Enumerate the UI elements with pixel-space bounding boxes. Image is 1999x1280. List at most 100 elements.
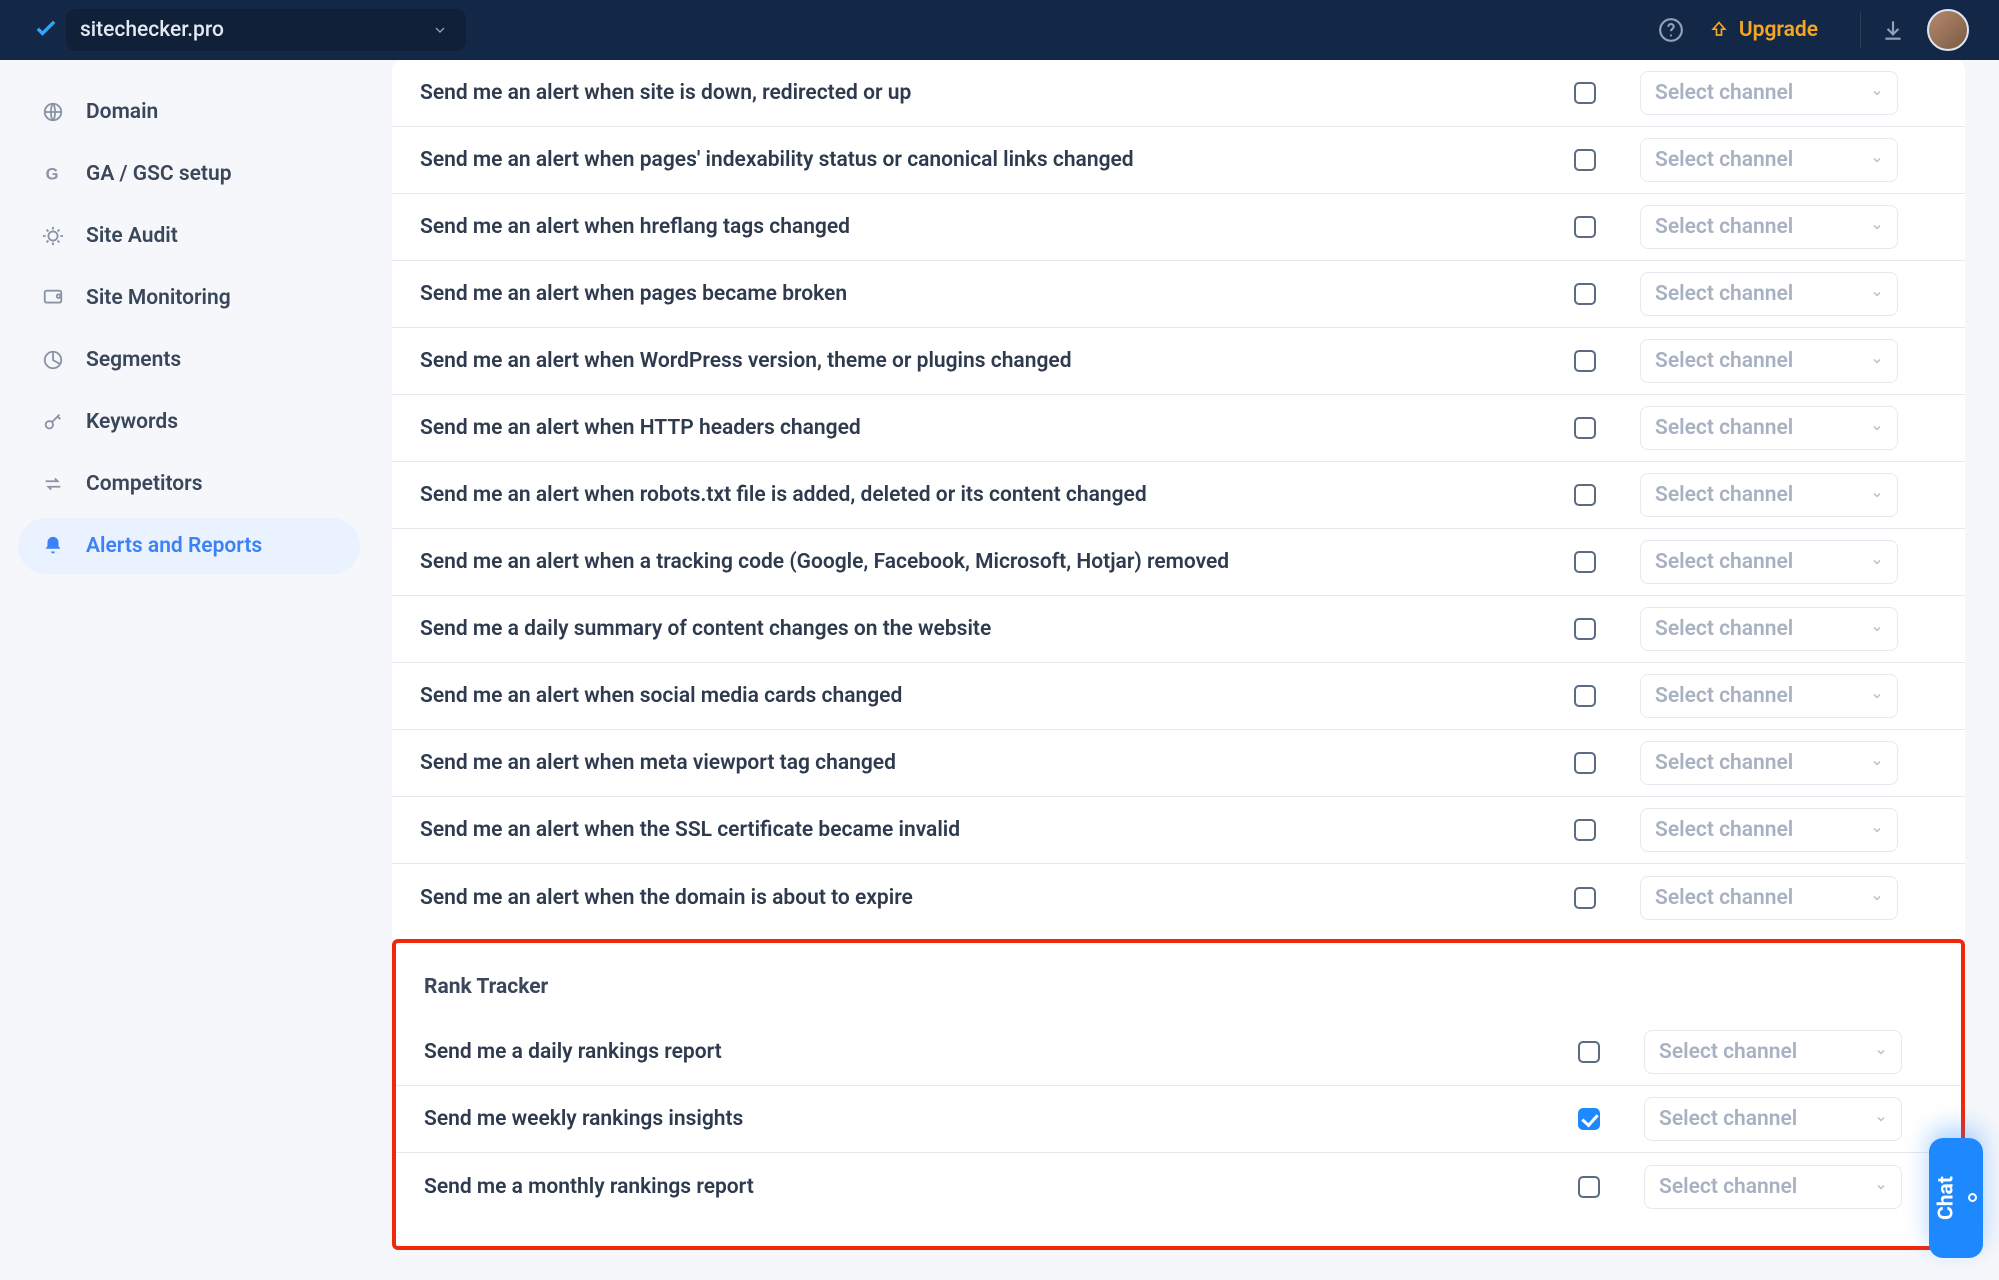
- channel-select[interactable]: Select channel: [1640, 607, 1898, 651]
- select-placeholder: Select channel: [1655, 349, 1793, 373]
- alert-label: Send me weekly rankings insights: [424, 1107, 1534, 1131]
- alert-checkbox[interactable]: [1578, 1108, 1600, 1130]
- help-icon[interactable]: [1657, 16, 1685, 44]
- select-placeholder: Select channel: [1655, 416, 1793, 440]
- avatar[interactable]: [1927, 9, 1969, 51]
- alert-label: Send me an alert when social media cards…: [420, 684, 1530, 708]
- sidebar-item-label: Site Monitoring: [86, 286, 231, 310]
- chevron-down-icon: [1875, 1181, 1887, 1193]
- alert-row: Send me an alert when the SSL certificat…: [392, 797, 1965, 864]
- download-icon[interactable]: [1879, 16, 1907, 44]
- channel-select[interactable]: Select channel: [1644, 1030, 1902, 1074]
- select-placeholder: Select channel: [1659, 1107, 1797, 1131]
- alert-checkbox[interactable]: [1574, 819, 1596, 841]
- alert-row: Send me an alert when robots.txt file is…: [392, 462, 1965, 529]
- alert-row: Send me an alert when hreflang tags chan…: [392, 194, 1965, 261]
- alert-checkbox[interactable]: [1574, 216, 1596, 238]
- alert-label: Send me an alert when a tracking code (G…: [420, 550, 1530, 574]
- project-selector[interactable]: sitechecker.pro: [66, 9, 466, 51]
- channel-select[interactable]: Select channel: [1640, 205, 1898, 249]
- alert-row: Send me an alert when HTTP headers chang…: [392, 395, 1965, 462]
- sidebar-item-ga-gsc-setup[interactable]: G GA / GSC setup: [18, 146, 360, 202]
- channel-select[interactable]: Select channel: [1640, 339, 1898, 383]
- select-placeholder: Select channel: [1659, 1175, 1797, 1199]
- channel-select[interactable]: Select channel: [1640, 540, 1898, 584]
- alert-checkbox[interactable]: [1574, 551, 1596, 573]
- topbar: sitechecker.pro Upgrade: [0, 0, 1999, 60]
- alert-checkbox[interactable]: [1574, 417, 1596, 439]
- alert-row: Send me an alert when meta viewport tag …: [392, 730, 1965, 797]
- alert-row: Send me an alert when a tracking code (G…: [392, 529, 1965, 596]
- channel-select[interactable]: Select channel: [1640, 71, 1898, 115]
- sidebar-item-site-audit[interactable]: Site Audit: [18, 208, 360, 264]
- sidebar-item-alerts-and-reports[interactable]: Alerts and Reports: [18, 518, 360, 574]
- select-placeholder: Select channel: [1655, 751, 1793, 775]
- chat-tab[interactable]: Chat: [1929, 1138, 1983, 1258]
- alert-label: Send me a monthly rankings report: [424, 1175, 1534, 1199]
- alert-checkbox[interactable]: [1574, 484, 1596, 506]
- alert-label: Send me an alert when the domain is abou…: [420, 886, 1530, 910]
- pie-icon: [40, 347, 66, 373]
- alert-checkbox[interactable]: [1574, 82, 1596, 104]
- alert-checkbox[interactable]: [1574, 887, 1596, 909]
- select-placeholder: Select channel: [1655, 282, 1793, 306]
- upgrade-label: Upgrade: [1739, 18, 1818, 42]
- select-placeholder: Select channel: [1655, 81, 1793, 105]
- channel-select[interactable]: Select channel: [1644, 1097, 1902, 1141]
- channel-select[interactable]: Select channel: [1640, 272, 1898, 316]
- alert-checkbox[interactable]: [1574, 283, 1596, 305]
- chevron-down-icon: [1871, 623, 1883, 635]
- upgrade-button[interactable]: Upgrade: [1685, 18, 1842, 42]
- alert-label: Send me a daily summary of content chang…: [420, 617, 1530, 641]
- alert-row: Send me an alert when pages became broke…: [392, 261, 1965, 328]
- alert-checkbox[interactable]: [1574, 149, 1596, 171]
- select-placeholder: Select channel: [1655, 550, 1793, 574]
- chevron-down-icon: [1871, 87, 1883, 99]
- chevron-down-icon: [1871, 489, 1883, 501]
- alert-label: Send me an alert when the SSL certificat…: [420, 818, 1530, 842]
- monitor-icon: [40, 285, 66, 311]
- chevron-down-icon: [1871, 556, 1883, 568]
- sidebar-item-keywords[interactable]: Keywords: [18, 394, 360, 450]
- channel-select[interactable]: Select channel: [1640, 741, 1898, 785]
- sidebar-item-label: Competitors: [86, 472, 203, 496]
- alert-row: Send me a daily summary of content chang…: [392, 596, 1965, 663]
- sidebar-item-label: GA / GSC setup: [86, 162, 232, 186]
- channel-select[interactable]: Select channel: [1644, 1165, 1902, 1209]
- channel-select[interactable]: Select channel: [1640, 473, 1898, 517]
- upgrade-icon: [1709, 20, 1729, 40]
- alert-checkbox[interactable]: [1574, 752, 1596, 774]
- chevron-down-icon: [1871, 757, 1883, 769]
- channel-select[interactable]: Select channel: [1640, 808, 1898, 852]
- alert-label: Send me an alert when site is down, redi…: [420, 81, 1530, 105]
- channel-select[interactable]: Select channel: [1640, 406, 1898, 450]
- key-icon: [40, 409, 66, 435]
- select-placeholder: Select channel: [1655, 215, 1793, 239]
- channel-select[interactable]: Select channel: [1640, 674, 1898, 718]
- sidebar-item-domain[interactable]: Domain: [18, 84, 360, 140]
- sidebar-item-site-monitoring[interactable]: Site Monitoring: [18, 270, 360, 326]
- project-name: sitechecker.pro: [80, 18, 224, 42]
- alert-checkbox[interactable]: [1578, 1176, 1600, 1198]
- alert-checkbox[interactable]: [1578, 1041, 1600, 1063]
- sidebar-item-segments[interactable]: Segments: [18, 332, 360, 388]
- alert-row: Send me an alert when WordPress version,…: [392, 328, 1965, 395]
- alert-checkbox[interactable]: [1574, 618, 1596, 640]
- globe-icon: [40, 99, 66, 125]
- alert-label: Send me an alert when pages' indexabilit…: [420, 148, 1530, 172]
- status-dot-icon: [1969, 1194, 1978, 1203]
- sidebar-item-label: Alerts and Reports: [86, 534, 262, 558]
- bug-icon: [40, 223, 66, 249]
- alert-checkbox[interactable]: [1574, 350, 1596, 372]
- select-placeholder: Select channel: [1659, 1040, 1797, 1064]
- alert-checkbox[interactable]: [1574, 685, 1596, 707]
- chevron-down-icon: [1875, 1046, 1887, 1058]
- channel-select[interactable]: Select channel: [1640, 138, 1898, 182]
- g-icon: G: [40, 161, 66, 187]
- sidebar-item-competitors[interactable]: Competitors: [18, 456, 360, 512]
- section-title-rank-tracker: Rank Tracker: [396, 943, 1961, 1019]
- alert-row: Send me a daily rankings reportSelect ch…: [396, 1019, 1961, 1086]
- rank-tracker-highlight: Rank Tracker Send me a daily rankings re…: [392, 939, 1965, 1250]
- channel-select[interactable]: Select channel: [1640, 876, 1898, 920]
- sidebar-item-label: Keywords: [86, 410, 178, 434]
